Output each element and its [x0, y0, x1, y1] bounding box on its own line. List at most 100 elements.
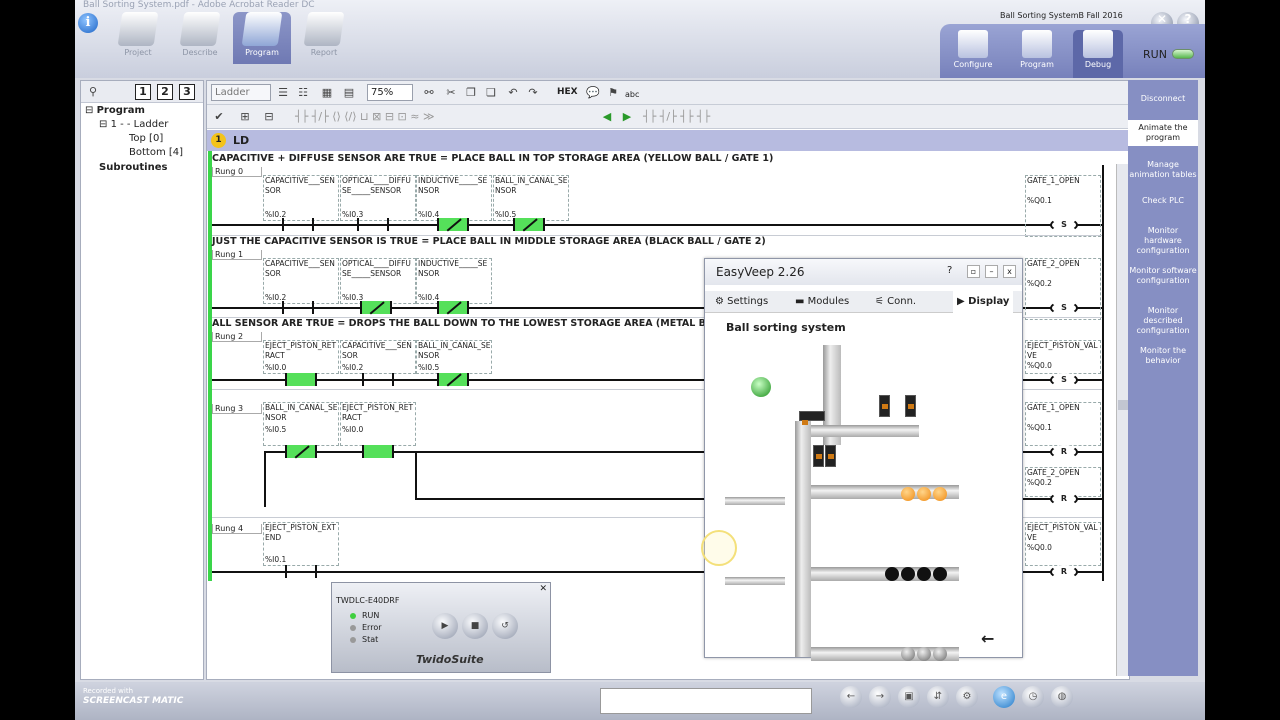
diffuse-sensor [905, 395, 916, 417]
editor-toolbar: Ladder ☰ ☷ ▦ ▤ 75% ⚯ ✂ ❐ ❏ ↶ ↷ HEX 💬 ⚑ a… [207, 81, 1129, 105]
configure-icon [958, 30, 988, 58]
list2-icon[interactable]: ☷ [295, 85, 311, 101]
subtab-configure[interactable]: Configure [948, 30, 998, 69]
help-button[interactable]: ? [947, 265, 952, 276]
manage-animation-tables-button[interactable]: Manage animation tables [1128, 160, 1198, 180]
contact-open[interactable] [285, 565, 317, 578]
window-title: Ball Sorting System.pdf - Adobe Acrobat … [83, 0, 315, 10]
list-icon[interactable]: ☰ [275, 85, 291, 101]
find-icon[interactable]: ⚯ [421, 85, 437, 101]
close-icon[interactable]: ✕ [539, 584, 547, 594]
disconnect-button[interactable]: Disconnect [1128, 94, 1198, 104]
yellow-ball [917, 487, 931, 501]
save-icon[interactable]: ▣ [898, 686, 920, 708]
animate-program-button[interactable]: Animate the program [1128, 120, 1198, 146]
coil-reset[interactable]: R [1050, 445, 1078, 459]
link-icon[interactable]: ⚲ [85, 84, 101, 100]
tab-describe[interactable]: Describe [171, 12, 229, 64]
coil-reset[interactable]: R [1050, 565, 1078, 579]
back-icon[interactable]: ← [840, 686, 862, 708]
view-2-button[interactable]: 2 [157, 84, 173, 100]
contact-open[interactable] [357, 218, 389, 231]
start-button-icon[interactable] [751, 377, 771, 397]
view-3-button[interactable]: 3 [179, 84, 195, 100]
contact-tools[interactable]: ┤├ ┤/├ ⟨⟩ ⟨/⟩ ⊔ ⊠ ⊟ ⊡ ≈ ≫ [295, 109, 555, 125]
spell-button[interactable]: abc [625, 90, 639, 99]
project-icon [117, 12, 159, 46]
subtab-program[interactable]: Program [1012, 30, 1062, 69]
contact-closed-active[interactable] [513, 218, 545, 231]
coil-set[interactable]: S [1050, 301, 1078, 315]
contact-closed-active[interactable] [360, 301, 392, 314]
eject-piston [799, 411, 825, 425]
tree-top[interactable]: Top [0] [129, 133, 163, 144]
contact-open[interactable] [282, 301, 314, 314]
language-select[interactable]: Ladder [211, 84, 271, 101]
tab-program[interactable]: Program [233, 12, 291, 64]
contact-closed-active[interactable] [437, 301, 469, 314]
subtab-debug[interactable]: Debug [1073, 30, 1123, 78]
settings-icon[interactable]: ⚙ [956, 686, 978, 708]
next-icon[interactable]: ▶ [619, 109, 635, 125]
plc-init-button[interactable]: ↺ [492, 613, 518, 639]
coil-set[interactable]: S [1050, 373, 1078, 387]
globe-icon[interactable]: ◍ [1051, 686, 1073, 708]
coil-reset[interactable]: R [1050, 492, 1078, 506]
check-plc-button[interactable]: Check PLC [1128, 196, 1198, 206]
tab-settings[interactable]: ⚙ Settings [715, 296, 768, 307]
plc-stop-button[interactable]: ■ [462, 613, 488, 639]
tab-modules[interactable]: ▬ Modules [795, 296, 849, 307]
tree-subroutines[interactable]: Subroutines [99, 162, 167, 173]
contact-open[interactable] [362, 373, 394, 386]
tree-bottom[interactable]: Bottom [4] [129, 147, 183, 158]
contact-open-active[interactable] [285, 373, 317, 386]
zoom-select[interactable]: 75% [367, 84, 413, 101]
grid-icon[interactable]: ▤ [341, 85, 357, 101]
ie-icon[interactable]: e [993, 686, 1015, 708]
undo-icon[interactable]: ↶ [505, 85, 521, 101]
symbol-icon[interactable]: ⚑ [605, 85, 621, 101]
tab-report[interactable]: Report [295, 12, 353, 64]
transfer-icon[interactable]: ⇵ [927, 686, 949, 708]
tab-project[interactable]: Project [109, 12, 167, 64]
monitor-software-button[interactable]: Monitor software configuration [1128, 266, 1198, 286]
forward-icon[interactable]: → [869, 686, 891, 708]
contact-closed-active[interactable] [437, 218, 469, 231]
append-rung-icon[interactable]: ⊟ [261, 109, 277, 125]
plc-run-button[interactable]: ▶ [432, 613, 458, 639]
hex-button[interactable]: HEX [557, 87, 578, 97]
tree-program[interactable]: ⊟ Program [85, 105, 145, 116]
cut-icon[interactable]: ✂ [443, 85, 459, 101]
tab-display[interactable]: ▶ Display [953, 291, 1014, 313]
table-icon[interactable]: ▦ [319, 85, 335, 101]
minimize-icon[interactable]: – [985, 265, 998, 278]
close-icon[interactable]: x [1003, 265, 1016, 278]
redo-icon[interactable]: ↷ [525, 85, 541, 101]
paste-icon[interactable]: ❏ [483, 85, 499, 101]
vertical-scrollbar[interactable] [1116, 164, 1128, 676]
info-icon[interactable]: i [78, 13, 98, 33]
contact-open[interactable] [282, 218, 314, 231]
back-arrow-icon[interactable]: ← [981, 629, 994, 648]
contact-closed-active[interactable] [285, 445, 317, 458]
clock-icon[interactable]: ◷ [1022, 686, 1044, 708]
contact-open-active[interactable] [362, 445, 394, 458]
tree-ladder[interactable]: ⊟ 1 - - Ladder [99, 119, 168, 130]
copy-icon[interactable]: ❐ [463, 85, 479, 101]
rung-label: Rung 1 [212, 250, 262, 260]
monitor-behavior-button[interactable]: Monitor the behavior [1128, 346, 1198, 366]
monitor-hardware-button[interactable]: Monitor hardware configuration [1128, 226, 1198, 256]
branch-tools[interactable]: ┤├ ┤/├ ┤├ ┤├ [643, 109, 743, 125]
monitor-described-button[interactable]: Monitor described configuration [1128, 306, 1198, 336]
scroll-thumb[interactable] [1118, 400, 1128, 410]
view-1-button[interactable]: 1 [135, 84, 151, 100]
insert-rung-icon[interactable]: ⊞ [237, 109, 253, 125]
comment-icon[interactable]: 💬 [585, 85, 601, 101]
tab-conn[interactable]: ⚟ Conn. [875, 296, 916, 307]
coil-set[interactable]: S [1050, 218, 1078, 232]
debug-action-panel: Disconnect Animate the program Manage an… [1128, 80, 1198, 676]
contact-closed-active[interactable] [437, 373, 469, 386]
restore-icon[interactable]: ▫ [967, 265, 980, 278]
prev-icon[interactable]: ◀ [599, 109, 615, 125]
check-icon[interactable]: ✔ [211, 109, 227, 125]
